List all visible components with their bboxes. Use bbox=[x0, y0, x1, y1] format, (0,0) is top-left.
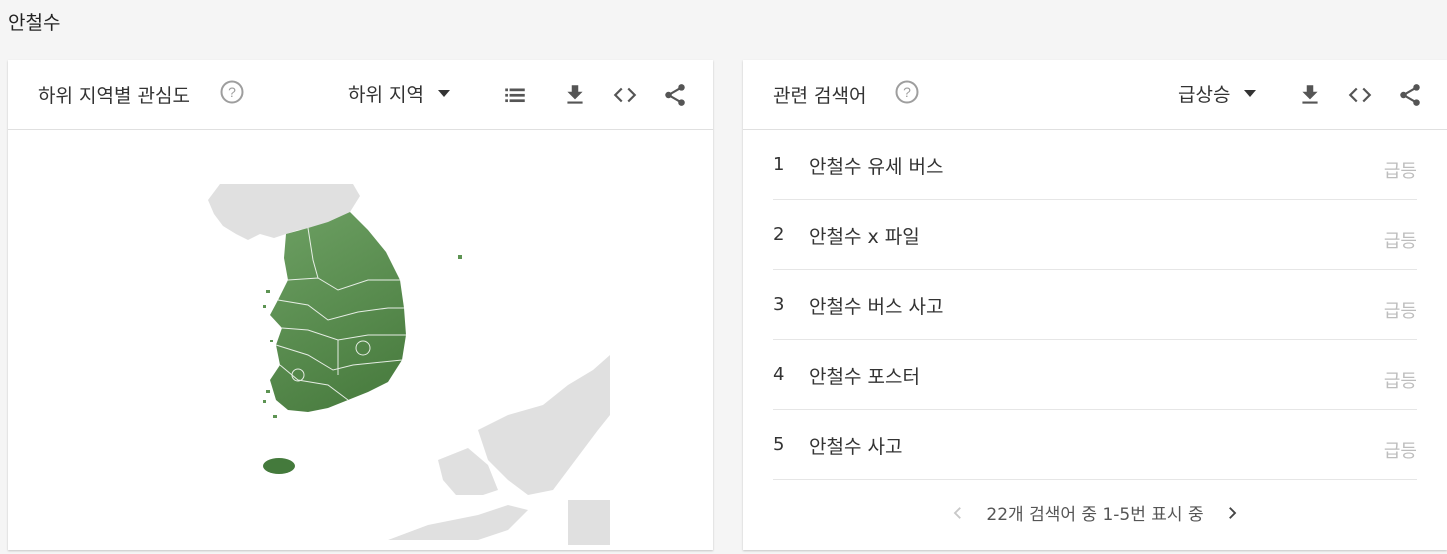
dropdown-label: 급상승 bbox=[1178, 84, 1231, 106]
svg-text:?: ? bbox=[228, 84, 236, 100]
caret-down-icon bbox=[437, 90, 450, 97]
status-badge: 급등 bbox=[1383, 301, 1417, 322]
region-interest-card: 하위 지역별 관심도 ? 하위 지역 bbox=[8, 60, 713, 550]
query-term[interactable]: 안철수 사고 bbox=[809, 432, 902, 459]
status-badge: 급등 bbox=[1383, 441, 1417, 462]
jeju-island bbox=[263, 458, 295, 474]
status-badge: 급등 bbox=[1383, 161, 1417, 182]
list-item[interactable]: 3 안철수 버스 사고 급등 bbox=[773, 270, 1417, 340]
download-icon[interactable] bbox=[1297, 82, 1323, 108]
svg-text:?: ? bbox=[903, 84, 911, 100]
pagination: 22개 검색어 중 1-5번 표시 중 bbox=[743, 500, 1447, 525]
list-item[interactable]: 4 안철수 포스터 급등 bbox=[773, 340, 1417, 410]
help-icon[interactable]: ? bbox=[220, 80, 244, 104]
share-icon[interactable] bbox=[1397, 82, 1423, 108]
download-icon[interactable] bbox=[562, 82, 588, 108]
list-item[interactable]: 5 안철수 사고 급등 bbox=[773, 410, 1417, 480]
pager-text: 22개 검색어 중 1-5번 표시 중 bbox=[986, 505, 1204, 525]
related-queries-list: 1 안철수 유세 버스 급등 2 안철수 x 파일 급등 3 안철수 버스 사고… bbox=[773, 130, 1417, 480]
list-icon[interactable] bbox=[502, 82, 528, 108]
next-page-icon[interactable] bbox=[1223, 504, 1241, 522]
dropdown-label: 하위 지역 bbox=[348, 84, 424, 106]
prev-page-icon[interactable] bbox=[949, 504, 967, 522]
japan-south-land bbox=[568, 500, 610, 545]
card-header: 관련 검색어 ? 급상승 bbox=[743, 60, 1447, 130]
status-badge: 급등 bbox=[1383, 371, 1417, 392]
page-title: 안철수 bbox=[8, 12, 61, 34]
share-icon[interactable] bbox=[662, 82, 688, 108]
rank: 4 bbox=[773, 364, 785, 385]
region-level-dropdown[interactable]: 하위 지역 bbox=[348, 80, 450, 107]
query-term[interactable]: 안철수 유세 버스 bbox=[809, 152, 943, 179]
japan-land bbox=[478, 355, 610, 495]
help-icon[interactable]: ? bbox=[895, 80, 919, 104]
card-title: 관련 검색어 bbox=[773, 85, 867, 107]
japan-west-land bbox=[388, 505, 528, 540]
query-term[interactable]: 안철수 포스터 bbox=[809, 362, 920, 389]
query-type-dropdown[interactable]: 급상승 bbox=[1178, 80, 1257, 107]
region-map bbox=[8, 130, 713, 550]
south-korea-land bbox=[270, 212, 406, 412]
list-item[interactable]: 1 안철수 유세 버스 급등 bbox=[773, 130, 1417, 200]
rank: 1 bbox=[773, 154, 785, 175]
caret-down-icon bbox=[1244, 90, 1257, 97]
embed-code-icon[interactable] bbox=[612, 82, 638, 108]
list-item[interactable]: 2 안철수 x 파일 급등 bbox=[773, 200, 1417, 270]
related-queries-card: 관련 검색어 ? 급상승 1 안철수 유세 버스 급등 2 안철수 x 파일 급… bbox=[743, 60, 1447, 550]
status-badge: 급등 bbox=[1383, 231, 1417, 252]
card-title: 하위 지역별 관심도 bbox=[38, 85, 190, 107]
rank: 2 bbox=[773, 224, 785, 245]
embed-code-icon[interactable] bbox=[1347, 82, 1373, 108]
card-header: 하위 지역별 관심도 ? 하위 지역 bbox=[8, 60, 713, 130]
query-term[interactable]: 안철수 x 파일 bbox=[809, 222, 920, 249]
rank: 5 bbox=[773, 434, 785, 455]
rank: 3 bbox=[773, 294, 785, 315]
query-term[interactable]: 안철수 버스 사고 bbox=[809, 292, 943, 319]
